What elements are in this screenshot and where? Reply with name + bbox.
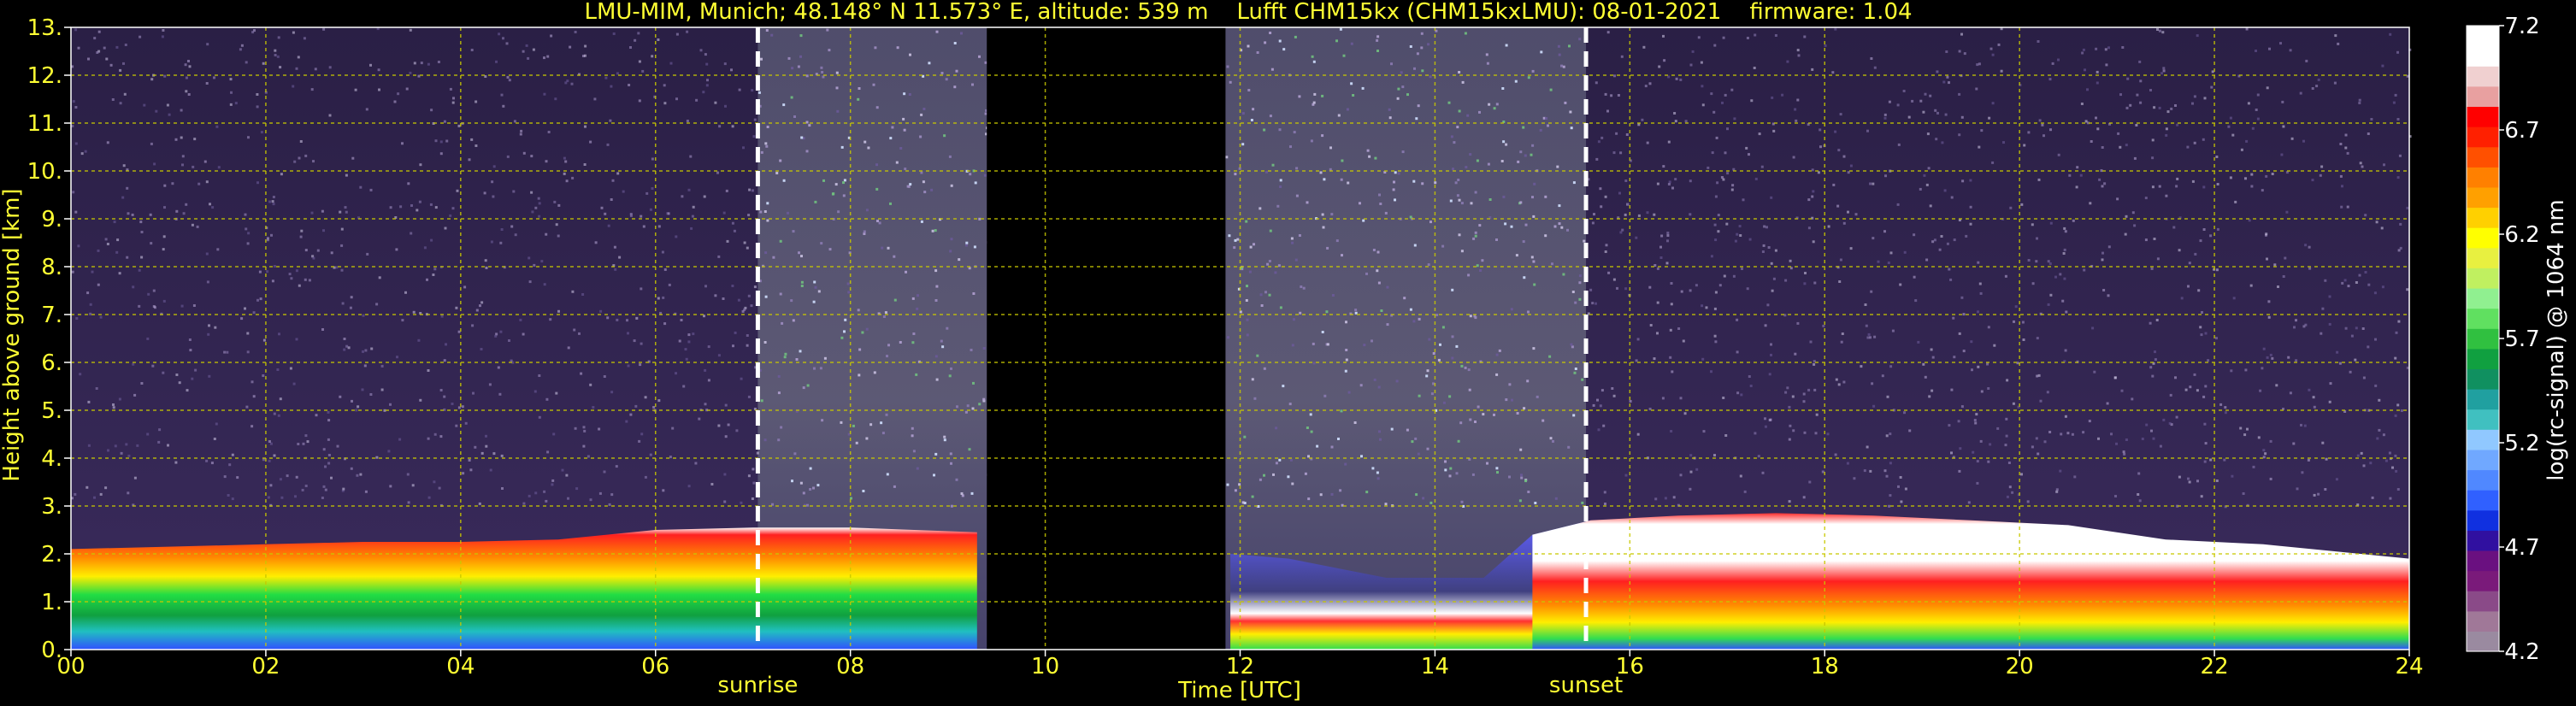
colorbar-tick-label: 5.7: [2504, 327, 2539, 352]
colorbar-segment: [2467, 348, 2499, 369]
colorbar-tick-label: 4.2: [2504, 639, 2539, 665]
y-tick-label: 9.: [41, 207, 62, 232]
colorbar-tick-label: 4.7: [2504, 535, 2539, 561]
sunset-label: sunset: [1549, 673, 1623, 698]
colorbar-segment: [2467, 207, 2499, 228]
colorbar-segment: [2467, 85, 2499, 107]
y-tick-label: 11.: [27, 111, 62, 137]
colorbar-segment: [2467, 368, 2499, 390]
colorbar-segment: [2467, 429, 2499, 450]
colorbar-segment: [2467, 288, 2499, 309]
y-tick-label: 4.: [41, 446, 62, 472]
y-tick-label: 1.: [41, 590, 62, 615]
colorbar-segment: [2467, 167, 2499, 188]
colorbar-segment: [2467, 308, 2499, 329]
y-tick-label: 10.: [27, 159, 62, 185]
colorbar-segment: [2467, 227, 2499, 249]
colorbar-segment: [2467, 66, 2499, 87]
x-tick-label: 22: [2201, 654, 2229, 680]
x-tick-label: 20: [2006, 654, 2034, 680]
y-tick-label: 3.: [41, 494, 62, 520]
y-tick-label: 12.: [27, 63, 62, 89]
colorbar-segment: [2467, 389, 2499, 410]
colorbar-segment: [2467, 186, 2499, 209]
y-tick-label: 5.: [41, 398, 62, 424]
colorbar-tick-label: 6.7: [2504, 118, 2539, 144]
colorbar-segment: [2467, 631, 2499, 652]
colorbar-segment: [2467, 570, 2499, 591]
colorbar-tick-label: 6.2: [2504, 222, 2539, 248]
y-tick-label: 0.: [41, 638, 62, 663]
x-tick-label: 02: [251, 654, 280, 680]
colorbar-tick-label: 5.2: [2504, 431, 2539, 456]
sunrise-label: sunrise: [717, 673, 798, 698]
y-tick-label: 6.: [41, 350, 62, 376]
y-tick-label: 2.: [41, 542, 62, 568]
y-tick-label: 7.: [41, 303, 62, 328]
colorbar-segment: [2467, 530, 2499, 551]
colorbar: 4.2 4.7 5.2 5.7 6.2 6.7 7.2: [2466, 14, 2540, 665]
ceilometer-chart: sunrise sunset 00 02 04 06 08 10 12 14 16 18 20 22 24…: [0, 0, 2569, 703]
boundary-layer-morning: [71, 527, 977, 650]
colorbar-segment: [2467, 449, 2499, 471]
colorbar-segment: [2467, 591, 2499, 612]
x-tick-label: 10: [1031, 654, 1059, 680]
chart-title: LMU-MIM, Munich; 48.148° N 11.573° E, al…: [584, 0, 1912, 25]
colorbar-segment: [2467, 268, 2499, 289]
colorbar-segment: [2467, 328, 2499, 350]
data-gap: [987, 27, 1226, 650]
colorbar-segment: [2467, 146, 2499, 168]
x-tick-label: 12: [1226, 654, 1254, 680]
x-axis-label: Time [UTC]: [1177, 678, 1301, 703]
colorbar-tick-label: 7.2: [2504, 14, 2539, 39]
colorbar-label: log(rc-signal) @ 1064 nm: [2544, 199, 2569, 480]
colorbar-segment: [2467, 509, 2499, 531]
x-tick-label: 16: [1616, 654, 1644, 680]
x-tick-label: 24: [2395, 654, 2423, 680]
colorbar-segment: [2467, 106, 2499, 127]
x-tick-label: 18: [1811, 654, 1839, 680]
colorbar-segment: [2467, 126, 2499, 148]
colorbar-segment: [2467, 45, 2499, 67]
x-tick-label: 06: [641, 654, 669, 680]
colorbar-segment: [2467, 409, 2499, 430]
colorbar-segment: [2467, 610, 2499, 632]
colorbar-segment: [2467, 490, 2499, 511]
y-axis-label: Height above ground [km]: [0, 188, 25, 481]
colorbar-segment: [2467, 469, 2499, 491]
y-tick-label: 13.: [27, 15, 62, 41]
colorbar-segment: [2467, 26, 2499, 47]
x-tick-label: 04: [446, 654, 475, 680]
plot-area: [71, 27, 2412, 650]
colorbar-segment: [2467, 550, 2499, 572]
colorbar-segment: [2467, 247, 2499, 268]
x-tick-label: 08: [836, 654, 864, 680]
y-tick-label: 8.: [41, 255, 62, 280]
x-tick-label: 14: [1421, 654, 1449, 680]
